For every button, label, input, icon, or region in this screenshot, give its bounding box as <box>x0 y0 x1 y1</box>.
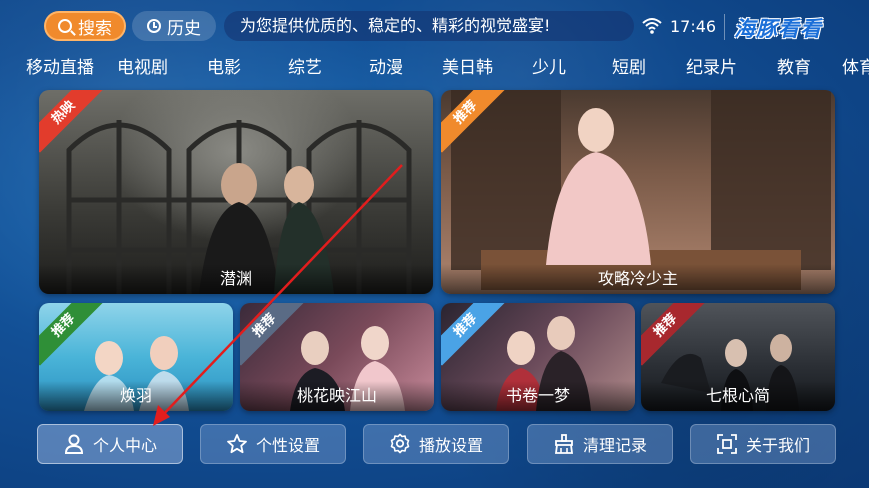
clock-time: 17:46 <box>670 17 717 36</box>
profile-label: 个人中心 <box>92 436 157 455</box>
category-kids[interactable]: 少儿 <box>532 53 566 78</box>
poster-title: 攻略冷少主 <box>441 264 835 294</box>
category-documentary[interactable]: 纪录片 <box>686 53 737 78</box>
wifi-icon <box>642 18 662 34</box>
top-bar: 搜索 历史 为您提供优质的、稳定的、精彩的视觉盛宴! 17:46 海豚看看 <box>44 10 869 44</box>
personal-settings-label: 个性设置 <box>255 436 320 455</box>
playback-settings-button[interactable]: 播放设置 <box>363 424 509 464</box>
category-anime[interactable]: 动漫 <box>369 53 403 78</box>
user-icon <box>64 434 83 454</box>
about-label: 关于我们 <box>745 436 810 455</box>
category-short[interactable]: 短剧 <box>612 53 646 78</box>
clock-icon <box>147 19 161 33</box>
category-live[interactable]: 移动直播 <box>26 53 94 78</box>
poster-title: 七根心简 <box>641 381 835 411</box>
category-variety[interactable]: 综艺 <box>288 53 322 78</box>
profile-button[interactable]: 个人中心 <box>37 424 183 464</box>
info-frame-icon <box>717 434 737 454</box>
category-tv[interactable]: 电视剧 <box>117 53 168 78</box>
category-nav: 移动直播 电视剧 电影 综艺 动漫 美日韩 少儿 短剧 纪录片 教育 体育 <box>0 53 869 81</box>
category-sports[interactable]: 体育 <box>842 53 869 78</box>
category-education[interactable]: 教育 <box>777 53 811 78</box>
search-label: 搜索 <box>78 18 112 39</box>
poster-tile[interactable]: 推荐 攻略冷少主 <box>441 90 835 294</box>
poster-tile[interactable]: 推荐 桃花映江山 <box>240 303 434 411</box>
about-button[interactable]: 关于我们 <box>690 424 836 464</box>
poster-tile[interactable]: 推荐 焕羽 <box>39 303 233 411</box>
badge-recommend: 推荐 <box>240 303 310 373</box>
poster-tile[interactable]: 热映 潜渊 <box>39 90 433 294</box>
search-icon <box>58 19 72 33</box>
clear-history-label: 清理记录 <box>582 436 647 455</box>
history-label: 历史 <box>167 18 201 39</box>
poster-title: 桃花映江山 <box>240 381 434 411</box>
badge-recommend: 推荐 <box>641 303 711 373</box>
broom-icon <box>554 434 574 454</box>
poster-title: 焕羽 <box>39 381 233 411</box>
playback-settings-label: 播放设置 <box>418 436 483 455</box>
poster-tile[interactable]: 推荐 书卷一梦 <box>441 303 635 411</box>
history-button[interactable]: 历史 <box>132 11 216 41</box>
poster-title: 书卷一梦 <box>441 381 635 411</box>
poster-tile[interactable]: 推荐 七根心简 <box>641 303 835 411</box>
badge-recommend: 推荐 <box>39 303 109 373</box>
badge-hot: 热映 <box>39 90 109 160</box>
category-foreign[interactable]: 美日韩 <box>442 53 493 78</box>
gear-icon <box>390 433 410 454</box>
star-icon <box>227 434 247 454</box>
banner-text: 为您提供优质的、稳定的、精彩的视觉盛宴! <box>224 11 634 41</box>
personal-settings-button[interactable]: 个性设置 <box>200 424 346 464</box>
category-movie[interactable]: 电影 <box>207 53 241 78</box>
poster-title: 潜渊 <box>39 264 433 294</box>
divider <box>724 14 725 40</box>
clear-history-button[interactable]: 清理记录 <box>527 424 673 464</box>
badge-recommend: 推荐 <box>441 90 511 160</box>
brand-logo: 海豚看看 <box>734 17 822 41</box>
badge-recommend: 推荐 <box>441 303 511 373</box>
search-button[interactable]: 搜索 <box>44 11 126 41</box>
